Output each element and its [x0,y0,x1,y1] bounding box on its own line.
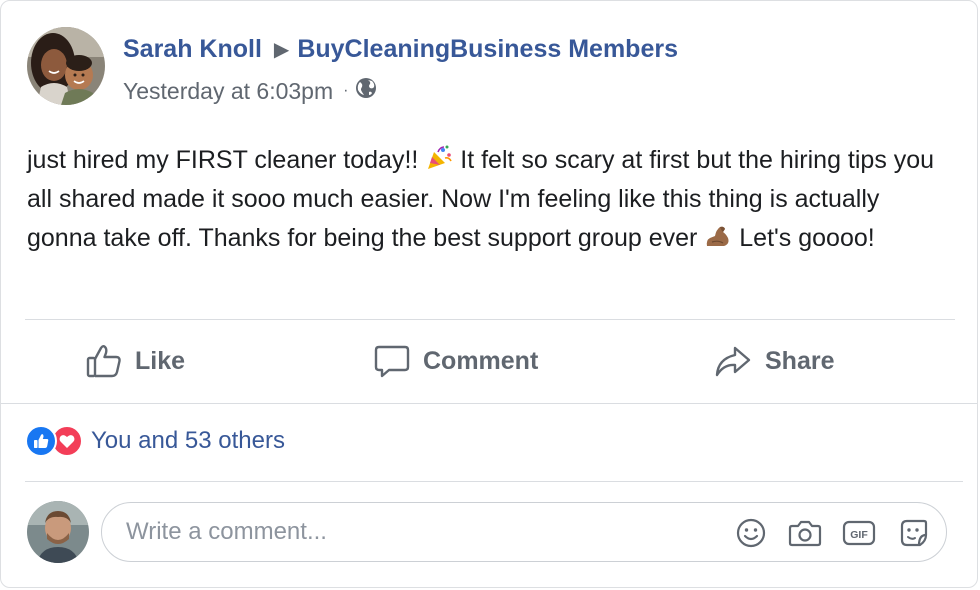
reactions-count-text[interactable]: You and 53 others [91,427,285,455]
post-timestamp[interactable]: Yesterday at 6:03pm [123,78,333,105]
svg-text:GIF: GIF [850,529,868,541]
reactions-summary[interactable]: You and 53 others [25,425,285,457]
flexed-biceps-emoji [704,222,732,250]
globe-icon[interactable] [354,76,378,106]
group-name[interactable]: BuyCleaningBusiness Members [297,35,678,64]
comment-button[interactable]: Comment [373,339,538,383]
triangle-right-icon: ▶ [273,39,290,61]
share-label: Share [765,346,835,375]
comment-box: GIF [101,502,947,562]
gif-icon[interactable]: GIF [842,517,876,549]
author-line: Sarah Knoll ▶ BuyCleaningBusiness Member… [123,35,678,64]
post-text-part1: just hired my FIRST cleaner today!! [27,146,426,174]
post-card: Sarah Knoll ▶ BuyCleaningBusiness Member… [0,0,978,588]
camera-icon[interactable] [788,517,822,549]
author-avatar[interactable] [27,27,105,105]
post-body: just hired my FIRST cleaner today!! It f… [27,141,947,258]
comment-icon [374,345,410,378]
share-button[interactable]: Share [713,339,834,383]
current-user-avatar[interactable] [27,501,89,563]
emoji-icon[interactable] [734,517,768,549]
like-label: Like [135,346,186,375]
like-button[interactable]: Like [85,339,185,383]
post-header: Sarah Knoll ▶ BuyCleaningBusiness Member… [27,27,678,107]
divider-middle [1,403,977,404]
post-text-part3: Let's goooo! [732,224,875,252]
like-reaction-icon [25,425,57,457]
header-text: Sarah Knoll ▶ BuyCleaningBusiness Member… [123,35,678,107]
post-meta: Yesterday at 6:03pm · [123,76,678,106]
comment-input[interactable] [124,517,688,547]
party-popper-emoji [425,144,453,172]
sticker-icon[interactable] [896,517,930,549]
author-name[interactable]: Sarah Knoll [123,35,262,64]
comment-composer: GIF [27,501,947,563]
thumbs-up-icon [86,345,121,378]
share-arrow-icon [715,346,751,377]
comment-tools: GIF [714,517,930,549]
comment-label: Comment [423,346,539,375]
action-bar: Like Comment Share [1,319,977,403]
separator-dot: · [343,82,349,99]
divider-bottom [25,481,963,482]
